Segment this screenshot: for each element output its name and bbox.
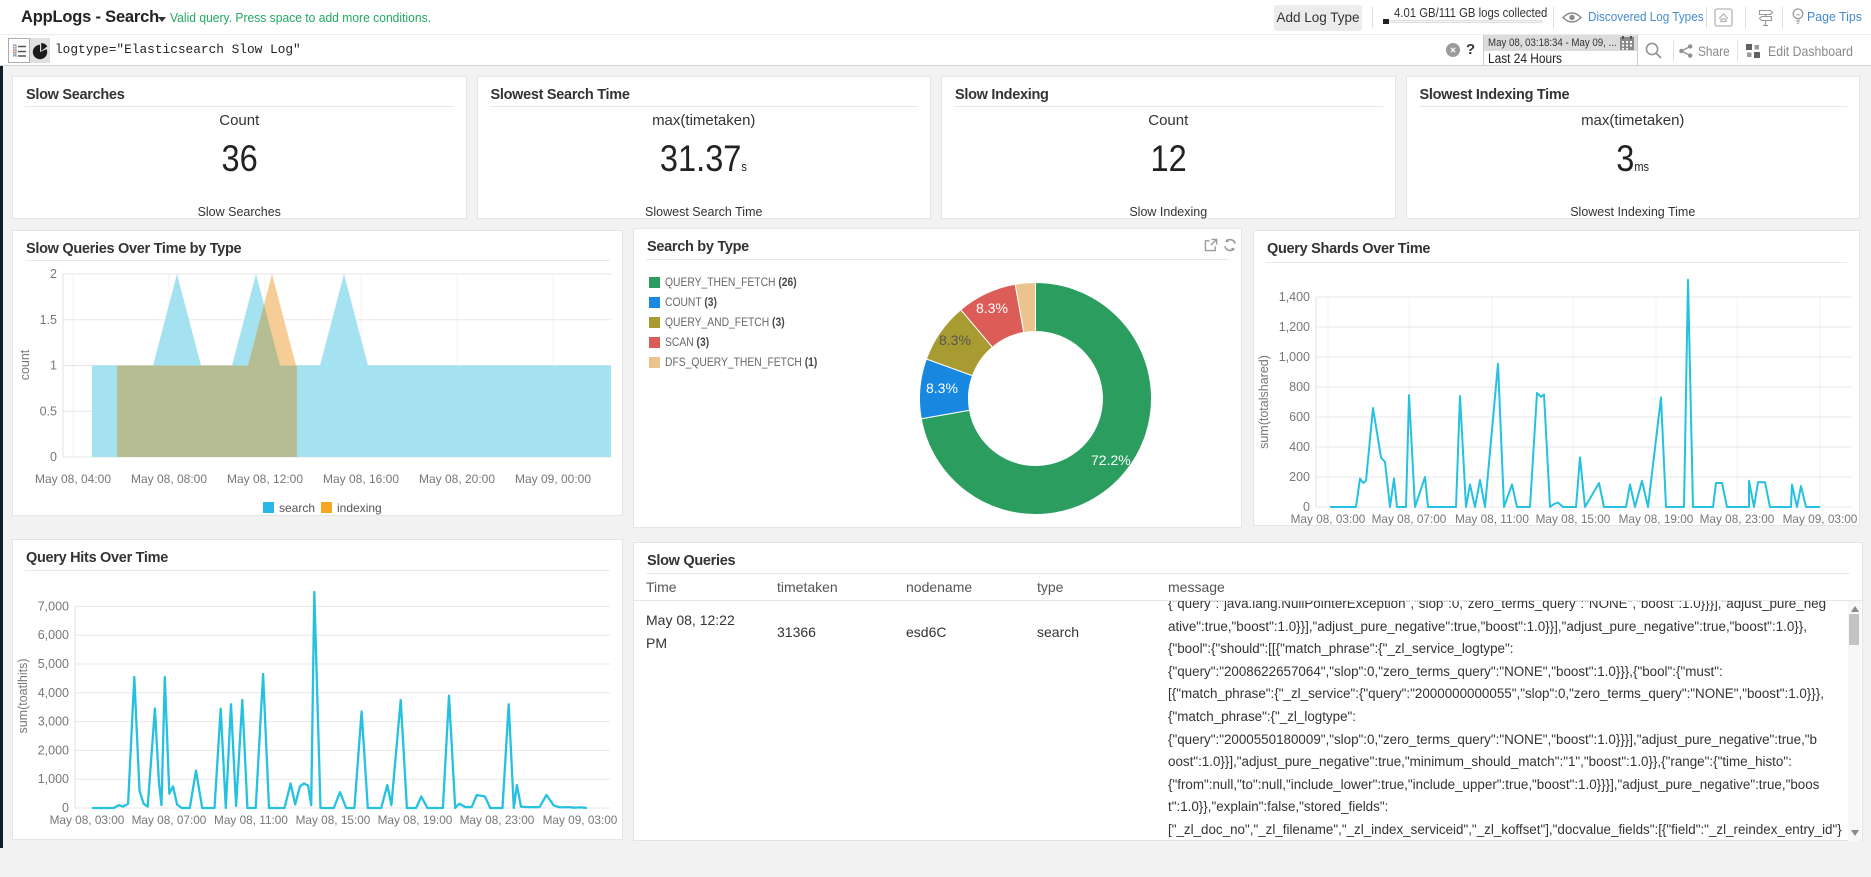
svg-text:May 08, 11:00: May 08, 11:00 bbox=[214, 813, 288, 827]
svg-text:0.5: 0.5 bbox=[40, 404, 57, 418]
svg-text:2,000: 2,000 bbox=[38, 743, 69, 757]
svg-text:3,000: 3,000 bbox=[38, 715, 69, 729]
svg-text:8.3%: 8.3% bbox=[976, 300, 1008, 316]
svg-text:May 08, 15:00: May 08, 15:00 bbox=[296, 813, 371, 827]
svg-text:1,400: 1,400 bbox=[1279, 290, 1310, 304]
svg-text:4,000: 4,000 bbox=[38, 686, 69, 700]
svg-text:May 08, 03:00: May 08, 03:00 bbox=[50, 813, 125, 827]
svg-text:May 09, 00:00: May 09, 00:00 bbox=[515, 472, 591, 486]
svg-text:May 08, 12:00: May 08, 12:00 bbox=[227, 472, 303, 486]
svg-text:indexing: indexing bbox=[337, 501, 382, 515]
svg-text:200: 200 bbox=[1289, 470, 1310, 484]
svg-text:May 09, 03:00: May 09, 03:00 bbox=[543, 813, 618, 827]
svg-text:1.5: 1.5 bbox=[40, 313, 57, 327]
svg-text:800: 800 bbox=[1289, 380, 1310, 394]
svg-text:search: search bbox=[279, 501, 315, 515]
svg-text:May 08, 19:00: May 08, 19:00 bbox=[378, 813, 453, 827]
svg-text:400: 400 bbox=[1289, 440, 1310, 454]
svg-text:May 08, 04:00: May 08, 04:00 bbox=[35, 472, 111, 486]
svg-text:1,000: 1,000 bbox=[1279, 350, 1310, 364]
svg-text:8.3%: 8.3% bbox=[926, 380, 958, 396]
svg-text:May 08, 19:00: May 08, 19:00 bbox=[1619, 512, 1694, 526]
svg-text:May 08, 23:00: May 08, 23:00 bbox=[460, 813, 535, 827]
svg-text:count: count bbox=[18, 349, 32, 380]
svg-text:May 08, 20:00: May 08, 20:00 bbox=[419, 472, 495, 486]
svg-text:May 08, 03:00: May 08, 03:00 bbox=[1291, 512, 1366, 526]
svg-text:May 08, 16:00: May 08, 16:00 bbox=[323, 472, 399, 486]
svg-text:May 08, 08:00: May 08, 08:00 bbox=[131, 472, 207, 486]
svg-text:6,000: 6,000 bbox=[38, 628, 69, 642]
svg-text:5,000: 5,000 bbox=[38, 657, 69, 671]
svg-text:0: 0 bbox=[50, 450, 57, 464]
svg-text:7,000: 7,000 bbox=[38, 599, 69, 613]
svg-text:May 08, 23:00: May 08, 23:00 bbox=[1700, 512, 1775, 526]
svg-text:8.3%: 8.3% bbox=[939, 332, 971, 348]
svg-text:2: 2 bbox=[50, 267, 57, 281]
svg-text:600: 600 bbox=[1289, 410, 1310, 424]
svg-text:1: 1 bbox=[50, 359, 57, 373]
svg-text:May 08, 07:00: May 08, 07:00 bbox=[1372, 512, 1447, 526]
svg-text:sum(toatlhits): sum(toatlhits) bbox=[16, 658, 30, 733]
svg-text:May 09, 03:00: May 09, 03:00 bbox=[1783, 512, 1858, 526]
svg-text:1,200: 1,200 bbox=[1279, 320, 1310, 334]
svg-text:May 08, 07:00: May 08, 07:00 bbox=[132, 813, 207, 827]
svg-text:sum(totalshared): sum(totalshared) bbox=[1257, 355, 1271, 449]
svg-text:72.2%: 72.2% bbox=[1091, 452, 1131, 468]
svg-text:1,000: 1,000 bbox=[38, 772, 69, 786]
svg-text:May 08, 11:00: May 08, 11:00 bbox=[1455, 512, 1529, 526]
svg-text:May 08, 15:00: May 08, 15:00 bbox=[1536, 512, 1611, 526]
